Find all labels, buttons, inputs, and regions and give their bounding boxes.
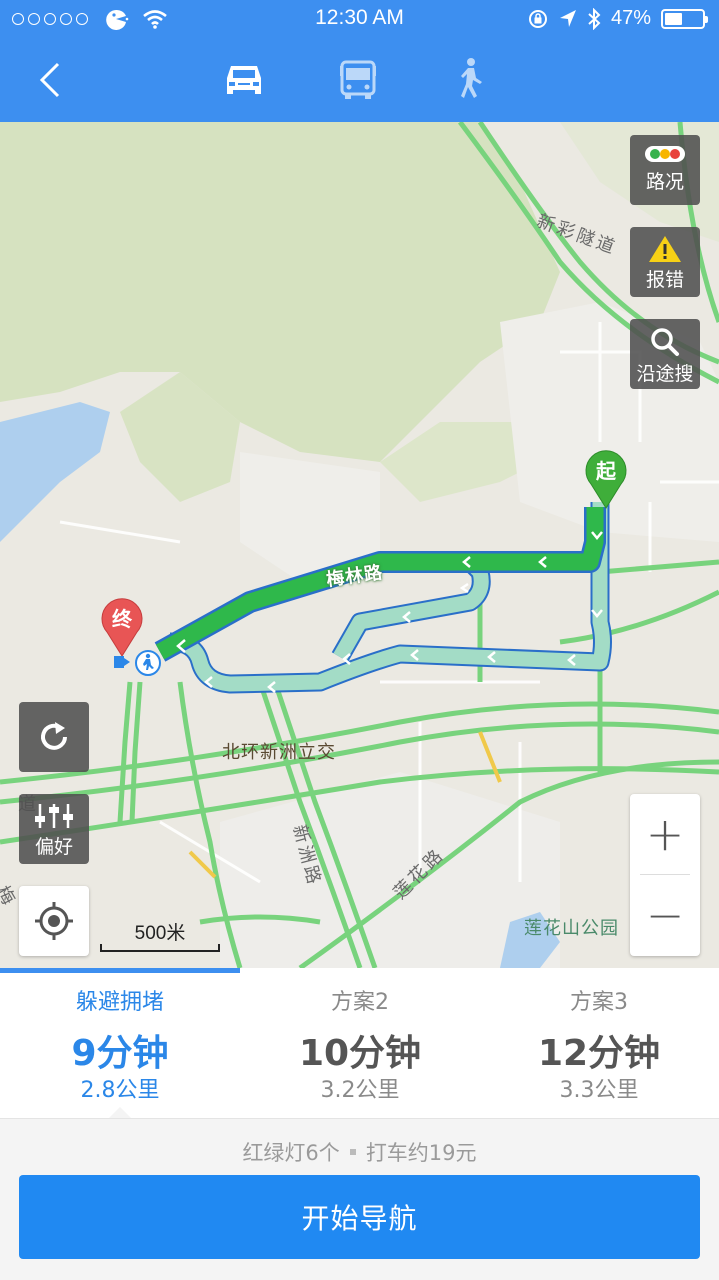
report-label: 报错 [645, 269, 684, 291]
location-arrow-icon [559, 9, 576, 27]
warning-icon [649, 236, 681, 262]
route-distance: 3.2公里 [320, 1078, 400, 1103]
preference-button[interactable]: 偏好 [19, 794, 89, 864]
battery-percent: 47% [610, 7, 651, 29]
car-mode-icon[interactable] [220, 56, 268, 104]
walk-mode-icon[interactable] [446, 56, 494, 104]
route-options: 躲避拥堵 9分钟 2.8公里 方案2 10分钟 3.2公里 方案3 12分钟 3… [0, 968, 719, 1119]
report-error-button[interactable]: 报错 [630, 227, 700, 297]
preference-label: 偏好 [34, 836, 73, 858]
route-name: 方案3 [570, 990, 628, 1015]
park-label: 莲花山公园 [524, 918, 619, 939]
transport-mode-bar [0, 40, 719, 122]
route-option-2[interactable]: 方案2 10分钟 3.2公里 [240, 968, 480, 1118]
route-name: 方案2 [331, 990, 389, 1015]
walking-destination-icon [114, 650, 161, 676]
route-option-3[interactable]: 方案3 12分钟 3.3公里 [479, 968, 719, 1118]
interchange-label: 北环新洲立交 [222, 742, 336, 763]
route-distance: 3.3公里 [559, 1078, 639, 1103]
route-map[interactable]: 梅林路 北环新洲立交 莲花山公园 新彩隧道 新洲路 莲花路 道 梅 起 终 路况 [0, 122, 719, 968]
zoom-controls: + − [630, 794, 700, 956]
route-time: 10分钟 [298, 1033, 422, 1074]
bus-mode-icon[interactable] [334, 56, 382, 104]
crosshair-icon [35, 902, 73, 940]
traffic-lights-count: 红绿灯6个 [242, 1141, 340, 1165]
locate-me-button[interactable] [19, 886, 89, 956]
route-name: 躲避拥堵 [75, 990, 164, 1015]
start-pin-label: 起 [596, 459, 616, 483]
back-chevron-icon[interactable] [30, 58, 74, 102]
traffic-button[interactable]: 路况 [630, 135, 700, 205]
traffic-label: 路况 [645, 171, 684, 193]
battery-fill [665, 12, 682, 25]
route-distance: 2.8公里 [80, 1078, 160, 1103]
route-summary-panel: 红绿灯6个 打车约19元 开始导航 [0, 1118, 719, 1280]
status-bar: 12:30 AM 47% [0, 0, 719, 40]
refresh-icon [41, 722, 67, 750]
route-summary: 红绿灯6个 打车约19元 [0, 1137, 719, 1167]
scale-bar [100, 944, 220, 952]
bluetooth-icon [588, 7, 601, 30]
search-along-label: 沿途搜 [636, 363, 694, 385]
refresh-route-button[interactable] [19, 702, 89, 772]
route-time: 12分钟 [537, 1033, 661, 1074]
zoom-in-button[interactable]: + [630, 794, 700, 874]
sliders-icon [35, 804, 73, 828]
start-navigation-button[interactable]: 开始导航 [19, 1175, 700, 1259]
zoom-out-button[interactable]: − [630, 875, 700, 955]
top-header: 12:30 AM 47% [0, 0, 719, 122]
search-along-route-button[interactable]: 沿途搜 [630, 319, 700, 389]
route-time: 9分钟 [71, 1033, 169, 1074]
end-pin-label: 终 [112, 607, 132, 631]
battery-icon [661, 8, 708, 29]
taxi-fare-estimate: 打车约19元 [365, 1141, 477, 1165]
start-pin[interactable]: 起 [583, 448, 629, 510]
traffic-light-icon [645, 146, 685, 162]
search-icon [651, 328, 679, 356]
route-option-avoid-congestion[interactable]: 躲避拥堵 9分钟 2.8公里 [0, 968, 240, 1119]
rotation-lock-icon [528, 9, 547, 28]
separator-dot [349, 1149, 356, 1155]
status-right: 47% [527, 7, 708, 30]
scale-label: 500米 [134, 923, 186, 944]
map-scale: 500米 [100, 918, 220, 958]
